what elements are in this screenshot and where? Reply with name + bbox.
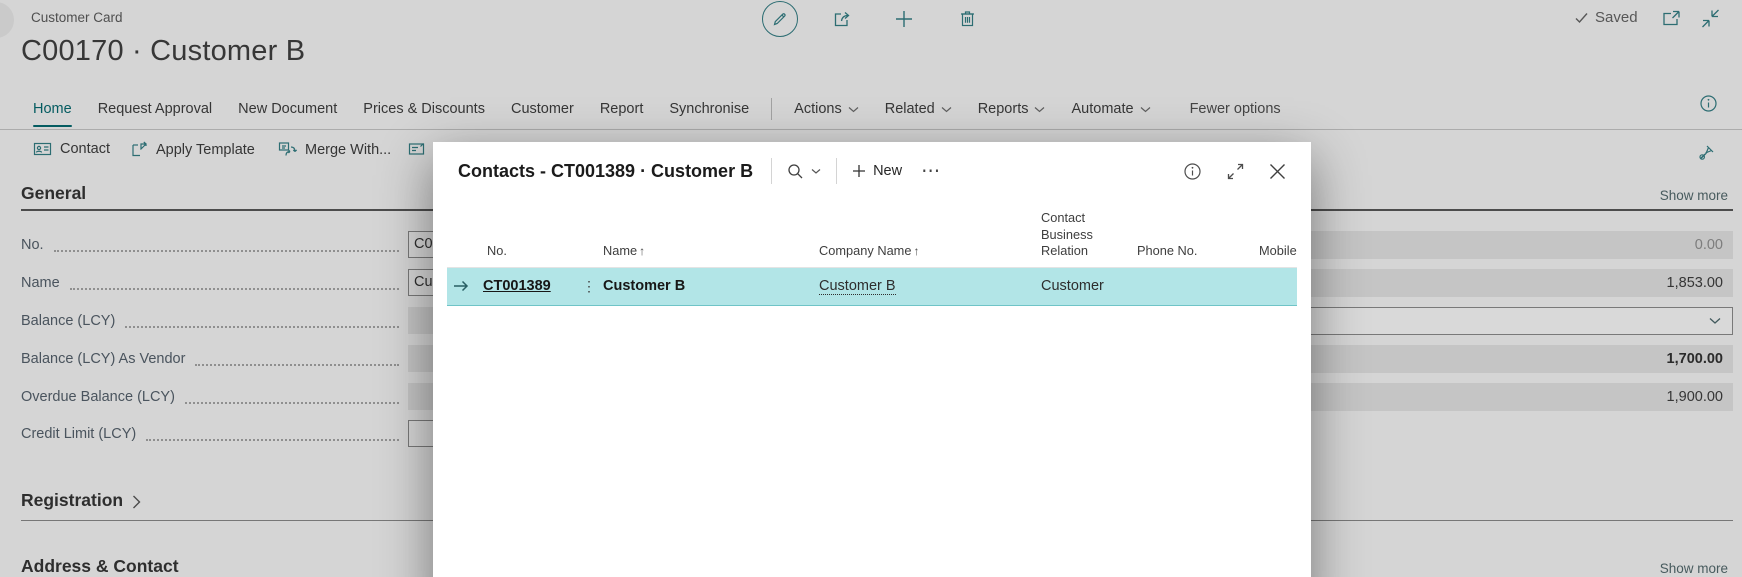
row-menu-column-header <box>581 206 597 267</box>
expand-dialog-button[interactable] <box>1227 163 1244 180</box>
row-indicator-column-header <box>447 206 477 267</box>
chevron-down-icon <box>811 168 821 175</box>
contact-company-cell[interactable]: Customer B <box>813 267 1035 305</box>
contacts-table: No. Name↑ Company Name↑ Contact Business… <box>447 206 1297 306</box>
info-button[interactable] <box>1183 162 1202 181</box>
contact-no-cell[interactable]: CT001389 <box>477 267 581 305</box>
dialog-header-controls <box>1183 162 1286 181</box>
sort-ascending-icon: ↑ <box>913 244 919 258</box>
active-row-arrow-icon <box>447 267 477 305</box>
column-header-no[interactable]: No. <box>477 206 581 267</box>
column-header-contact-business-relation[interactable]: Contact Business Relation <box>1035 206 1131 267</box>
search-icon <box>787 163 804 180</box>
column-header-mobile[interactable]: Mobile <box>1253 206 1297 267</box>
customer-card-screen: Customer Card Save <box>0 0 1742 577</box>
row-menu-icon[interactable]: ⋮ <box>581 267 597 305</box>
new-contact-button[interactable]: New <box>852 163 902 179</box>
close-dialog-button[interactable] <box>1269 163 1286 180</box>
plus-icon <box>852 164 866 178</box>
sort-ascending-icon: ↑ <box>639 244 645 258</box>
column-header-name[interactable]: Name↑ <box>597 206 813 267</box>
contact-mobile-cell[interactable] <box>1253 267 1297 305</box>
contact-relation-cell[interactable]: Customer <box>1035 267 1131 305</box>
header-divider <box>836 158 837 184</box>
contact-name-cell[interactable]: Customer B <box>597 267 813 305</box>
column-header-phone-no[interactable]: Phone No. <box>1131 206 1253 267</box>
contacts-dialog: Contacts - CT001389 · Customer B New <box>433 142 1311 577</box>
contacts-table-header-row: No. Name↑ Company Name↑ Contact Business… <box>447 206 1297 267</box>
column-header-company-name[interactable]: Company Name↑ <box>813 206 1035 267</box>
header-divider <box>771 158 772 184</box>
contacts-dialog-header: Contacts - CT001389 · Customer B New <box>433 142 1311 200</box>
contact-phone-cell[interactable] <box>1131 267 1253 305</box>
search-button[interactable] <box>787 163 821 180</box>
dialog-title: Contacts - CT001389 · Customer B <box>458 161 753 182</box>
more-options-icon[interactable]: ⋯ <box>921 160 941 183</box>
contact-row-selected[interactable]: CT001389 ⋮ Customer B Customer B Custome… <box>447 267 1297 305</box>
